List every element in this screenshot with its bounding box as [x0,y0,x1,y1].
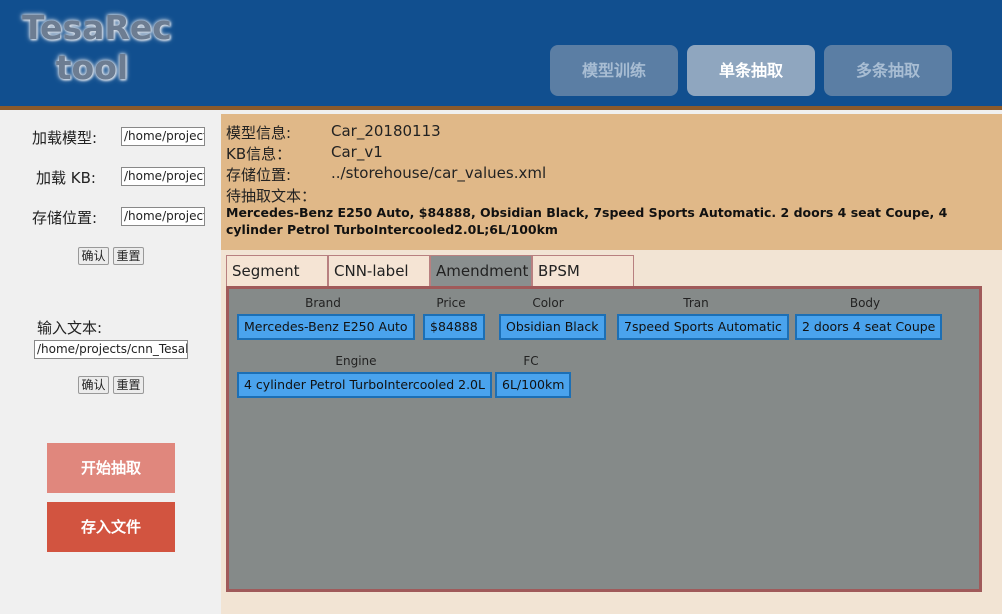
field-label-brand: Brand [305,296,341,310]
save-to-file-button[interactable]: 存入文件 [47,502,175,552]
reset-config-button[interactable]: 重置 [113,247,144,265]
app-logo: TesaRec tool [22,8,172,88]
confirm-text-button[interactable]: 确认 [78,376,109,394]
nav-single-extract-button[interactable]: 单条抽取 [687,45,815,96]
field-label-price: Price [436,296,466,310]
load-model-label: 加载模型: [32,129,98,147]
save-location-label: 存储位置: [32,209,98,227]
kb-info-value: Car_v1 [331,143,383,161]
start-extract-button[interactable]: 开始抽取 [47,443,175,493]
store-location-label: 存储位置: [226,166,292,184]
logo-line-2: tool [55,48,129,87]
field-value-engine[interactable]: 4 cylinder Petrol TurboIntercooled 2.0L [237,372,492,398]
tab-bpsm[interactable]: BPSM [532,255,634,287]
field-value-color[interactable]: Obsidian Black [499,314,606,340]
tab-segment[interactable]: Segment [226,255,328,287]
field-label-engine: Engine [335,354,377,368]
left-panel: 加载模型: /home/project 加载 KB: /home/project… [0,114,221,614]
load-kb-input[interactable]: /home/project [121,167,205,186]
field-value-tran[interactable]: 7speed Sports Automatic [617,314,789,340]
confirm-config-button[interactable]: 确认 [78,247,109,265]
field-label-body: Body [849,296,881,310]
amendment-content: Brand Mercedes-Benz E250 Auto Price $848… [226,286,982,592]
nav-model-training-button[interactable]: 模型训练 [550,45,678,96]
load-model-input[interactable]: /home/project [121,127,205,146]
field-value-fc[interactable]: 6L/100km [495,372,572,398]
field-label-tran: Tran [683,296,709,310]
main-panel: 模型信息: Car_20180113 KB信息： Car_v1 存储位置: ..… [221,114,1002,614]
app-header: TesaRec tool 模型训练 单条抽取 多条抽取 [0,0,1002,110]
logo-line-1: TesaRec [22,8,172,47]
pending-text-label: 待抽取文本： [226,187,317,205]
field-label-color: Color [532,296,564,310]
field-value-body[interactable]: 2 doors 4 seat Coupe [795,314,943,340]
tab-amendment[interactable]: Amendment [430,255,532,287]
store-location-value: ../storehouse/car_values.xml [331,164,547,182]
info-section: 模型信息: Car_20180113 KB信息： Car_v1 存储位置: ..… [221,114,1002,250]
model-info-value: Car_20180113 [331,122,441,140]
input-text-label: 输入文本: [37,319,103,337]
field-value-brand[interactable]: Mercedes-Benz E250 Auto [237,314,415,340]
kb-info-label: KB信息： [226,145,292,163]
load-kb-label: 加载 KB: [36,169,96,187]
reset-text-button[interactable]: 重置 [113,376,144,394]
model-info-label: 模型信息: [226,124,292,142]
nav-multi-extract-button[interactable]: 多条抽取 [824,45,952,96]
field-label-fc: FC [523,354,539,368]
field-value-price[interactable]: $84888 [423,314,485,340]
input-text-field[interactable]: /home/projects/cnn_Tesal [34,340,188,359]
save-location-input[interactable]: /home/project [121,207,205,226]
tab-cnn-label[interactable]: CNN-label [328,255,430,287]
pending-text-value: Mercedes-Benz E250 Auto, $84888, Obsidia… [226,205,948,237]
